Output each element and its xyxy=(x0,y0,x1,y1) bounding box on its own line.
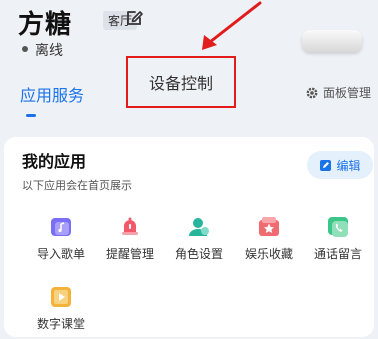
panel-manage-button[interactable]: 面板管理 xyxy=(305,84,371,101)
phone-message-icon xyxy=(328,217,348,237)
star-folder-icon xyxy=(259,217,279,236)
my-apps-subtitle: 以下应用会在首页展示 xyxy=(22,179,132,192)
app-label: 通话留言 xyxy=(313,247,362,261)
my-apps-title: 我的应用 xyxy=(22,152,87,171)
app-item-call-message[interactable]: 通话留言 xyxy=(302,215,372,269)
red-arrow-annotation xyxy=(202,1,262,50)
app-label: 数字课堂 xyxy=(36,317,85,331)
my-apps-card: 我的应用 以下应用会在首页展示 编辑 导入歌单 提醒管理 角色设置 娱乐收藏 通… xyxy=(4,137,374,337)
gear-icon xyxy=(306,87,318,98)
tab-apps[interactable]: 应用服务 xyxy=(20,82,84,106)
edit-icon xyxy=(320,159,332,171)
edit-label: 编辑 xyxy=(336,158,361,173)
bell-icon xyxy=(122,217,138,235)
offline-status-dot xyxy=(22,46,28,52)
device-name: 方糖 xyxy=(18,10,73,40)
edit-button[interactable]: 编辑 xyxy=(307,151,373,179)
device-header: 方糖 客厅 离线 应用服务 设备控制 面板管理 xyxy=(0,0,378,140)
app-item-reminder-manage[interactable]: 提醒管理 xyxy=(94,215,164,269)
user-icon xyxy=(189,218,209,236)
edit-icon[interactable] xyxy=(124,8,144,28)
app-item-role-settings[interactable]: 角色设置 xyxy=(163,215,233,269)
app-item-entertainment-favorites[interactable]: 娱乐收藏 xyxy=(233,215,303,269)
app-item-digital-classroom[interactable]: 数字课堂 xyxy=(25,285,95,339)
panel-manage-label: 面板管理 xyxy=(323,86,372,100)
device-status: 离线 xyxy=(35,43,63,59)
tab-device-control[interactable]: 设备控制 xyxy=(126,56,236,108)
classroom-icon xyxy=(51,287,71,307)
app-item-import-playlist[interactable]: 导入歌单 xyxy=(25,215,95,269)
music-import-icon xyxy=(51,218,71,236)
active-tab-indicator xyxy=(26,114,36,117)
device-image xyxy=(302,30,362,52)
